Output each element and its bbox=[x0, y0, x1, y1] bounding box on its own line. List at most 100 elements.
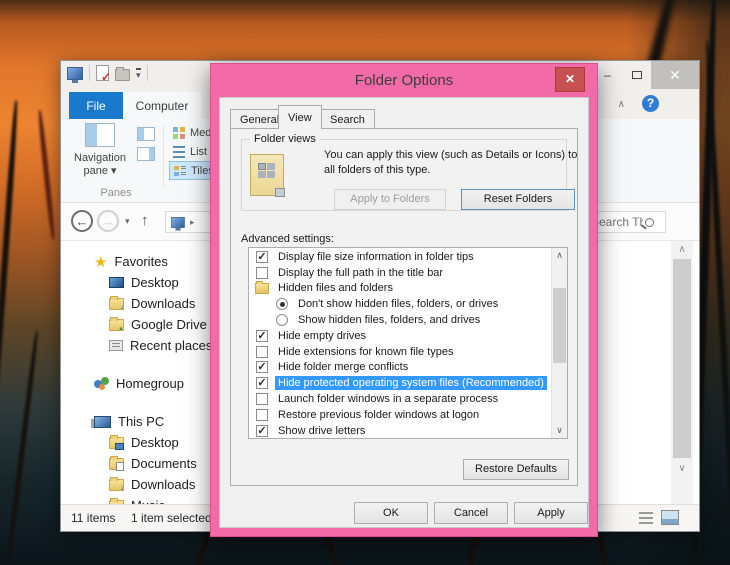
apply-button[interactable]: Apply bbox=[514, 502, 588, 524]
group-legend: Folder views bbox=[250, 133, 320, 145]
cancel-button[interactable]: Cancel bbox=[434, 502, 508, 524]
tab-computer[interactable]: Computer bbox=[123, 92, 201, 119]
up-button[interactable]: ↑ bbox=[141, 212, 149, 229]
navigation-pane-button[interactable]: Navigation pane ▾ bbox=[71, 123, 129, 193]
recent-locations-icon[interactable]: ▾ bbox=[125, 216, 130, 227]
checkbox-icon[interactable]: ✓ bbox=[256, 424, 268, 437]
customize-quick-access-icon[interactable]: ▾ bbox=[136, 67, 141, 79]
radio-icon[interactable] bbox=[276, 298, 288, 311]
selection-count: 1 item selected bbox=[131, 511, 212, 525]
list-scrollbar[interactable]: ∧ ∨ bbox=[551, 248, 567, 438]
sidebar-item-music[interactable]: Music bbox=[61, 495, 211, 504]
advanced-setting-label[interactable]: Launch folder windows in a separate proc… bbox=[275, 392, 501, 406]
advanced-setting-label[interactable]: Don't show hidden files, folders, or dri… bbox=[295, 297, 501, 311]
monitor-icon bbox=[109, 277, 124, 288]
maximize-button[interactable] bbox=[622, 61, 651, 89]
advanced-setting-label[interactable]: Display file size information in folder … bbox=[275, 250, 477, 264]
quick-access-toolbar: ▾ bbox=[67, 65, 148, 84]
details-pane-icon[interactable] bbox=[137, 147, 155, 161]
advanced-setting-row[interactable]: Show hidden files, folders, and drives bbox=[249, 312, 550, 328]
sidebar-item-favorites[interactable]: ★ Favorites bbox=[61, 251, 211, 272]
advanced-setting-row[interactable]: Don't show hidden files, folders, or dri… bbox=[249, 296, 550, 312]
checkbox-icon[interactable]: ✓ bbox=[256, 377, 268, 390]
advanced-setting-row[interactable]: ✓ Hide protected operating system files (… bbox=[249, 375, 550, 391]
advanced-setting-label[interactable]: Display the full path in the title bar bbox=[275, 266, 446, 280]
vi-list-icon bbox=[173, 145, 185, 158]
scrollbar-thumb[interactable] bbox=[673, 259, 691, 458]
sidebar-item-downloads[interactable]: Downloads bbox=[61, 474, 211, 495]
radio-icon[interactable] bbox=[276, 314, 288, 327]
folder-views-icon bbox=[250, 154, 285, 197]
scroll-up-icon[interactable]: ∧ bbox=[671, 244, 693, 255]
grass-blade bbox=[704, 40, 730, 560]
sidebar-item-documents[interactable]: Documents bbox=[61, 453, 211, 474]
advanced-setting-row[interactable]: Launch folder windows in a separate proc… bbox=[249, 391, 550, 407]
sidebar-item-desktop[interactable]: Desktop bbox=[61, 272, 211, 293]
sidebar-item-label: Recent places bbox=[130, 338, 211, 353]
ok-button[interactable]: OK bbox=[354, 502, 428, 524]
advanced-setting-row[interactable]: Hide extensions for known file types bbox=[249, 344, 550, 360]
dialog-close-button[interactable]: ✕ bbox=[555, 67, 585, 92]
minimize-ribbon-icon[interactable]: ∧ bbox=[618, 99, 625, 110]
advanced-setting-row[interactable]: Restore previous folder windows at logon bbox=[249, 407, 550, 423]
advanced-setting-label[interactable]: Show hidden files, folders, and drives bbox=[295, 313, 483, 327]
scroll-down-icon[interactable]: ∨ bbox=[671, 463, 693, 474]
new-folder-icon[interactable] bbox=[115, 66, 130, 81]
explorer-scrollbar[interactable]: ∧ ∨ bbox=[671, 241, 693, 504]
advanced-settings-list[interactable]: ✓ Display file size information in folder… bbox=[248, 247, 568, 439]
details-view-icon[interactable] bbox=[639, 512, 653, 524]
checkbox-icon[interactable] bbox=[256, 266, 268, 279]
sidebar-item-downloads[interactable]: Downloads bbox=[61, 293, 211, 314]
sidebar-item-recent-places[interactable]: Recent places bbox=[61, 335, 211, 356]
explorer-close-button[interactable]: ✕ bbox=[651, 61, 699, 89]
folder-views-description: You can apply this view (such as Details… bbox=[324, 149, 578, 176]
checkbox-icon[interactable]: ✓ bbox=[256, 361, 268, 374]
sidebar-item-google-drive[interactable]: Google Drive bbox=[61, 314, 211, 335]
sidebar-item-this-pc[interactable]: This PC bbox=[61, 411, 211, 432]
preview-pane-icon[interactable] bbox=[137, 127, 155, 141]
advanced-setting-row[interactable]: ✓ Show drive letters bbox=[249, 423, 550, 439]
tab-view[interactable]: View bbox=[278, 105, 322, 129]
advanced-setting-label[interactable]: Restore previous folder windows at logon bbox=[275, 408, 482, 422]
advanced-setting-row[interactable]: ✓ Hide folder merge conflicts bbox=[249, 360, 550, 376]
forward-button[interactable]: → bbox=[97, 210, 119, 232]
folder-icon[interactable] bbox=[255, 280, 269, 294]
folder-download-icon bbox=[109, 476, 124, 492]
advanced-setting-label[interactable]: Hidden files and folders bbox=[275, 281, 396, 295]
ribbon-divider bbox=[163, 125, 164, 188]
advanced-setting-row[interactable]: Hidden files and folders bbox=[249, 280, 550, 297]
advanced-setting-row[interactable]: Display the full path in the title bar bbox=[249, 265, 550, 281]
scroll-down-icon[interactable]: ∨ bbox=[552, 425, 567, 436]
tab-file[interactable]: File bbox=[69, 92, 123, 119]
apply-to-folders-button[interactable]: Apply to Folders bbox=[334, 189, 446, 210]
sidebar-item-desktop[interactable]: Desktop bbox=[61, 432, 211, 453]
grass-blade bbox=[5, 330, 40, 565]
restore-defaults-button[interactable]: Restore Defaults bbox=[463, 459, 569, 480]
advanced-setting-label[interactable]: Show drive letters bbox=[275, 424, 368, 438]
advanced-setting-row[interactable]: ✓ Display file size information in folder… bbox=[249, 249, 550, 265]
sidebar-item-label: Favorites bbox=[114, 254, 168, 269]
thumbnail-view-icon[interactable] bbox=[661, 510, 679, 525]
this-pc-icon[interactable] bbox=[67, 66, 83, 83]
advanced-setting-label[interactable]: Hide folder merge conflicts bbox=[275, 360, 411, 374]
scrollbar-thumb[interactable] bbox=[553, 288, 566, 363]
advanced-setting-label[interactable]: Hide empty drives bbox=[275, 329, 369, 343]
tab-search[interactable]: Search bbox=[320, 109, 375, 129]
advanced-setting-row[interactable]: ✓ Hide empty drives bbox=[249, 328, 550, 344]
sidebar-item-label: Downloads bbox=[131, 296, 196, 311]
sidebar-item-homegroup[interactable]: Homegroup bbox=[61, 373, 211, 394]
properties-icon[interactable] bbox=[96, 65, 111, 84]
advanced-setting-label[interactable]: Hide extensions for known file types bbox=[275, 345, 456, 359]
recent-icon bbox=[109, 340, 123, 351]
help-icon[interactable]: ? bbox=[642, 95, 659, 112]
checkbox-icon[interactable]: ✓ bbox=[256, 329, 268, 342]
search-box[interactable] bbox=[586, 211, 666, 233]
back-button[interactable]: ← bbox=[71, 210, 93, 232]
checkbox-icon[interactable] bbox=[256, 408, 268, 421]
checkbox-icon[interactable]: ✓ bbox=[256, 250, 268, 263]
scroll-up-icon[interactable]: ∧ bbox=[552, 250, 567, 261]
reset-folders-button[interactable]: Reset Folders bbox=[461, 189, 575, 210]
advanced-setting-label[interactable]: Hide protected operating system files (R… bbox=[275, 376, 547, 391]
checkbox-icon[interactable] bbox=[256, 345, 268, 358]
checkbox-icon[interactable] bbox=[256, 393, 268, 406]
